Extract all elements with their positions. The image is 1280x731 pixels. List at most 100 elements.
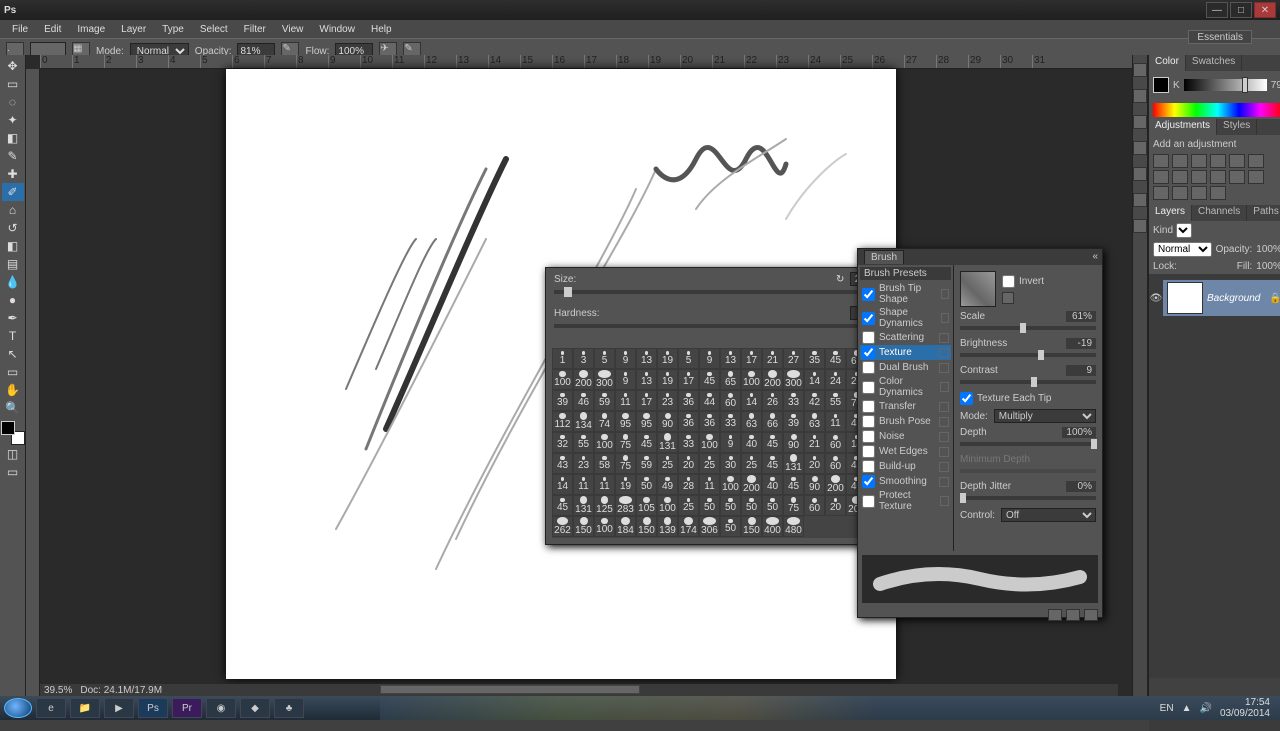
tray-flag-icon[interactable]: ▲	[1182, 703, 1192, 714]
brush-preset[interactable]: 60	[825, 432, 846, 453]
brush-preset[interactable]: 32	[552, 432, 573, 453]
wand-tool[interactable]: ✦	[2, 111, 24, 129]
contrast-value[interactable]: 9	[1066, 365, 1096, 376]
k-slider[interactable]	[1184, 79, 1267, 91]
properties-icon[interactable]	[1133, 115, 1147, 129]
fg-color[interactable]	[1, 421, 15, 435]
brush-preset[interactable]: 58	[594, 453, 615, 474]
brush-preset[interactable]: 306	[699, 516, 720, 537]
cat-checkbox[interactable]	[862, 495, 875, 508]
brush-preset[interactable]: 13	[720, 348, 741, 369]
brush-preset[interactable]: 27	[783, 348, 804, 369]
brush-preset[interactable]: 59	[636, 453, 657, 474]
taskbar-media[interactable]: ▶	[104, 698, 134, 718]
collapse-icon[interactable]: «	[1092, 251, 1098, 262]
adj-exposure-icon[interactable]	[1210, 154, 1226, 168]
toggle-preview-icon[interactable]	[1048, 609, 1062, 621]
tab-adjustments[interactable]: Adjustments	[1149, 119, 1217, 135]
brush-preset[interactable]: 39	[783, 411, 804, 432]
lock-icon[interactable]	[939, 447, 949, 457]
brush-preset[interactable]: 45	[636, 432, 657, 453]
depth-slider[interactable]	[960, 442, 1096, 446]
brush-preset[interactable]: 21	[762, 348, 783, 369]
brush-preset[interactable]: 75	[615, 453, 636, 474]
taskbar-premiere[interactable]: Pr	[172, 698, 202, 718]
depth-jitter-value[interactable]: 0%	[1066, 481, 1096, 492]
tab-styles[interactable]: Styles	[1217, 119, 1257, 135]
visibility-icon[interactable]: 👁	[1149, 293, 1163, 304]
brush-preset[interactable]: 139	[657, 516, 678, 537]
brush-preset[interactable]: 20	[678, 453, 699, 474]
tray-lang[interactable]: EN	[1160, 703, 1174, 714]
brightness-slider[interactable]	[960, 353, 1096, 357]
brush-panel-tab[interactable]: Brush	[864, 250, 904, 264]
brush-preset[interactable]: 60	[825, 453, 846, 474]
quickmask-icon[interactable]: ◫	[2, 445, 24, 463]
cat-checkbox[interactable]	[862, 460, 875, 473]
taskbar-photoshop[interactable]: Ps	[138, 698, 168, 718]
brush-preset[interactable]: 23	[657, 390, 678, 411]
maximize-button[interactable]: □	[1230, 2, 1252, 18]
brush-cat-item[interactable]: Shape Dynamics	[860, 306, 951, 330]
gradient-tool[interactable]: ▤	[2, 255, 24, 273]
brush-preset[interactable]: 150	[573, 516, 594, 537]
zoom-level[interactable]: 39.5%	[44, 685, 72, 696]
taskbar-explorer[interactable]: 📁	[70, 698, 100, 718]
depth-value[interactable]: 100%	[1062, 427, 1096, 438]
brush-preset[interactable]: 14	[552, 474, 573, 495]
close-button[interactable]: ✕	[1254, 2, 1276, 18]
brush-preset[interactable]: 125	[594, 495, 615, 516]
lock-icon[interactable]	[939, 462, 949, 472]
brush-preset[interactable]: 45	[762, 432, 783, 453]
brush-cat-item[interactable]: Scattering	[860, 330, 951, 345]
brush-preset[interactable]: 25	[699, 453, 720, 474]
layer-fill[interactable]: 100%	[1256, 261, 1280, 272]
brush-preset[interactable]: 44	[699, 390, 720, 411]
brush-preset[interactable]: 50	[720, 516, 741, 537]
brush-cat-item[interactable]: Transfer	[860, 399, 951, 414]
hand-tool[interactable]: ✋	[2, 381, 24, 399]
brush-preset[interactable]: 13	[636, 369, 657, 390]
invert-checkbox[interactable]	[1002, 275, 1015, 288]
marquee-tool[interactable]: ▭	[2, 75, 24, 93]
heal-tool[interactable]: ✚	[2, 165, 24, 183]
brush-preset[interactable]: 14	[804, 369, 825, 390]
adj-select-icon[interactable]	[1191, 186, 1207, 200]
brush-preset[interactable]: 112	[552, 411, 573, 432]
brush-preset[interactable]: 300	[594, 369, 615, 390]
brush-preset[interactable]: 95	[615, 411, 636, 432]
brush-preset[interactable]: 5	[594, 348, 615, 369]
brush-preset[interactable]: 49	[657, 474, 678, 495]
adj-thresh-icon[interactable]	[1153, 186, 1169, 200]
tab-channels[interactable]: Channels	[1192, 205, 1247, 221]
screenmode-icon[interactable]: ▭	[2, 463, 24, 481]
brush-preset[interactable]: 55	[825, 390, 846, 411]
brush-preset[interactable]: 9	[615, 369, 636, 390]
brush-preset[interactable]: 11	[699, 474, 720, 495]
cat-checkbox[interactable]	[862, 381, 875, 394]
adj-plus-icon[interactable]	[1210, 186, 1226, 200]
brush-cat-item[interactable]: Brush Tip Shape	[860, 282, 951, 306]
brush-preset[interactable]: 45	[825, 348, 846, 369]
lock-icon[interactable]	[941, 289, 949, 299]
move-tool[interactable]: ✥	[2, 57, 24, 75]
lasso-tool[interactable]: ◌	[2, 93, 24, 111]
brush-preset[interactable]: 75	[783, 495, 804, 516]
menu-window[interactable]: Window	[311, 22, 363, 37]
brush-preset[interactable]: 105	[636, 495, 657, 516]
brush-cat-item[interactable]: Build-up	[860, 459, 951, 474]
lock-icon[interactable]	[939, 333, 949, 343]
brush-preset[interactable]: 11	[594, 474, 615, 495]
brush-preset[interactable]: 1	[552, 348, 573, 369]
brush-preset[interactable]: 43	[552, 453, 573, 474]
tex-mode-select[interactable]: Multiply	[994, 409, 1096, 423]
brush-preset[interactable]: 25	[678, 495, 699, 516]
color-ramp[interactable]	[1153, 103, 1280, 117]
brush-preset[interactable]: 63	[804, 411, 825, 432]
adj-mixer-icon[interactable]	[1191, 170, 1207, 184]
brush-preset[interactable]: 9	[699, 348, 720, 369]
brush-preset[interactable]: 300	[783, 369, 804, 390]
brush-preset[interactable]: 11	[615, 390, 636, 411]
brush-preset[interactable]: 480	[783, 516, 804, 537]
brush-preset[interactable]: 283	[615, 495, 636, 516]
